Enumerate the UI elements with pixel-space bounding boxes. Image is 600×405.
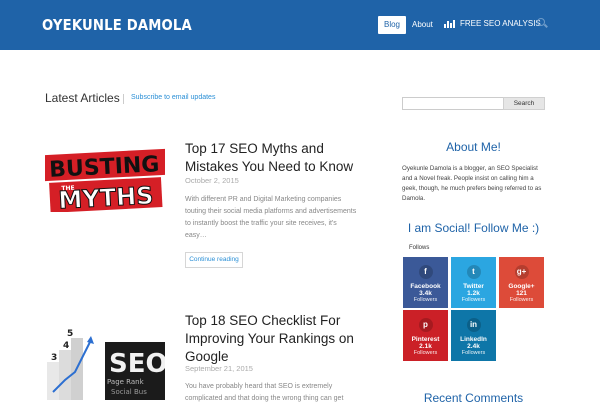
svg-text:SEO: SEO bbox=[109, 349, 165, 379]
svg-text:Social Bus: Social Bus bbox=[111, 388, 147, 396]
twitter-icon: t bbox=[466, 265, 481, 279]
nav-free-seo-analysis[interactable]: FREE SEO ANALYSIS bbox=[444, 19, 541, 28]
about-title: About Me! bbox=[446, 140, 501, 154]
post-excerpt: With different PR and Digital Marketing … bbox=[185, 196, 357, 239]
svg-text:4: 4 bbox=[63, 341, 69, 351]
tile-label: Followers bbox=[461, 350, 486, 356]
social-title: I am Social! Follow Me :) bbox=[407, 221, 540, 235]
post-thumbnail-seo[interactable]: 3 4 5 SEO Page Rank Social Bus bbox=[45, 322, 165, 400]
twitter-tile[interactable]: t Twitter 1.2k Followers bbox=[451, 257, 496, 308]
pinterest-icon: p bbox=[418, 318, 433, 332]
about-text: Oyekunle Damola is a blogger, an SEO Spe… bbox=[402, 165, 542, 202]
post-date: September 21, 2015 bbox=[185, 364, 253, 373]
site-logo[interactable]: OYEKUNLE DAMOLA bbox=[42, 16, 192, 34]
tile-count: 2.4k bbox=[467, 343, 480, 350]
subscribe-link[interactable]: Subscribe to email updates bbox=[131, 94, 215, 101]
divider bbox=[123, 94, 124, 104]
tile-label: Followers bbox=[509, 297, 534, 303]
page-title: Latest Articles bbox=[45, 91, 120, 105]
continue-reading-button[interactable]: Continue reading bbox=[185, 252, 243, 268]
facebook-tile[interactable]: f Facebook 3.4k Followers bbox=[403, 257, 448, 308]
search-input[interactable] bbox=[402, 97, 504, 110]
tile-count: 3.4k bbox=[419, 290, 432, 297]
svg-text:3: 3 bbox=[51, 353, 57, 363]
tile-label: Followers bbox=[461, 297, 486, 303]
tile-label: Followers bbox=[413, 350, 438, 356]
pinterest-tile[interactable]: p Pinterest 2.1k Followers bbox=[403, 310, 448, 361]
post-title[interactable]: Top 18 SEO Checklist For Improving Your … bbox=[185, 312, 360, 366]
tile-label: Followers bbox=[413, 297, 438, 303]
svg-text:THE: THE bbox=[61, 185, 75, 193]
tile-count: 2.1k bbox=[419, 343, 432, 350]
svg-text:Page Rank: Page Rank bbox=[107, 378, 145, 386]
tile-count: 1.2k bbox=[467, 290, 480, 297]
nav-seo-label: FREE SEO ANALYSIS bbox=[460, 19, 541, 28]
googleplus-icon: g+ bbox=[514, 265, 529, 279]
tile-name: LinkedIn bbox=[460, 336, 487, 343]
facebook-icon: f bbox=[418, 265, 433, 279]
tile-name: Pinterest bbox=[411, 336, 440, 343]
post-title[interactable]: Top 17 SEO Myths and Mistakes You Need t… bbox=[185, 140, 360, 176]
tile-name: Facebook bbox=[410, 283, 441, 290]
bar-chart-icon bbox=[444, 19, 455, 28]
post-thumbnail-myths[interactable]: BUSTING MYTHS THE bbox=[45, 148, 165, 212]
tile-count: 121 bbox=[516, 290, 527, 297]
tile-name: Google+ bbox=[508, 283, 535, 290]
post-date: October 2, 2015 bbox=[185, 176, 239, 185]
recent-comments-title: Recent Comments bbox=[423, 391, 524, 405]
svg-text:5: 5 bbox=[67, 329, 73, 339]
search-button[interactable]: Search bbox=[503, 97, 545, 110]
post-excerpt: You have probably heard that SEO is extr… bbox=[185, 383, 344, 402]
googleplus-tile[interactable]: g+ Google+ 121 Followers bbox=[499, 257, 544, 308]
linkedin-icon: in bbox=[466, 318, 481, 332]
nav-blog[interactable]: Blog bbox=[378, 16, 406, 34]
site-header: OYEKUNLE DAMOLA Blog About FREE SEO ANAL… bbox=[0, 0, 600, 50]
follows-label: Follows bbox=[409, 245, 430, 251]
tile-name: Twitter bbox=[463, 283, 484, 290]
linkedin-tile[interactable]: in LinkedIn 2.4k Followers bbox=[451, 310, 496, 361]
search-icon[interactable] bbox=[537, 18, 545, 26]
nav-about[interactable]: About bbox=[412, 20, 433, 29]
